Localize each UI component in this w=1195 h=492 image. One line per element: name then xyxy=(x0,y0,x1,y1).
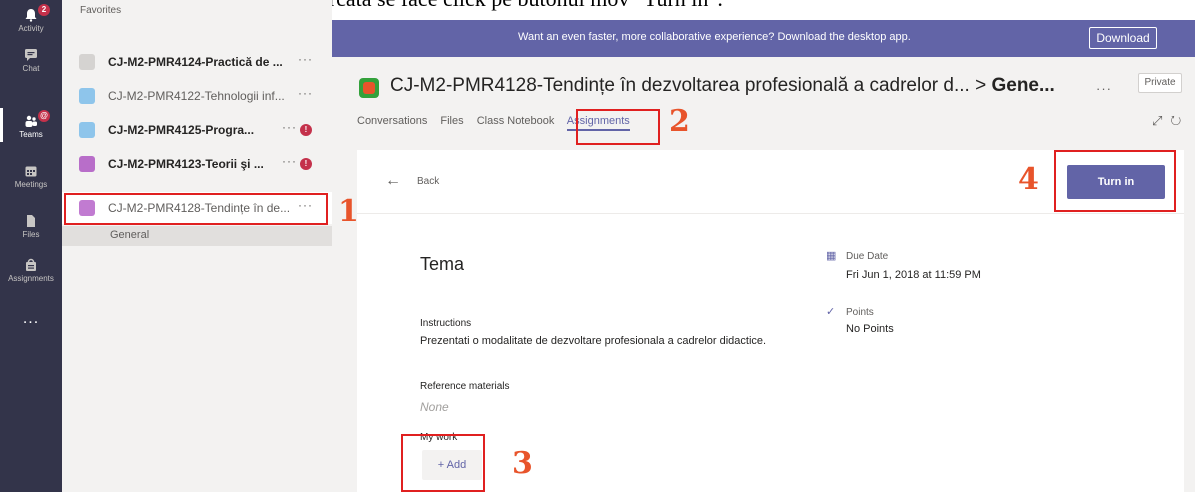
chat-icon xyxy=(24,48,38,62)
team-name: CJ-M2-PMR4124-Practică de ... xyxy=(108,55,283,69)
points-label: Points xyxy=(846,307,874,318)
annotation-number-3: 3 xyxy=(512,446,533,481)
team-name: CJ-M2-PMR4122-Tehnologii inf... xyxy=(108,89,285,103)
team-item-pmr4123[interactable]: CJ-M2-PMR4123-Teorii şi ... ··· ! xyxy=(62,148,332,180)
points-value: No Points xyxy=(846,323,894,335)
header-icons: ⤢↻ xyxy=(1152,113,1189,129)
teams-panel: Favorites CJ-M2-PMR4124-Practică de ... … xyxy=(62,0,332,492)
checkmark-icon: ✓ xyxy=(826,306,836,318)
assignment-title: Tema xyxy=(420,254,465,274)
team-name: CJ-M2-PMR4125-Progra... xyxy=(108,123,255,137)
team-avatar-icon xyxy=(359,78,379,98)
calendar-icon xyxy=(24,164,38,178)
back-arrow-icon[interactable]: ← xyxy=(385,172,401,190)
team-name: CJ-M2-PMR4123-Teorii şi ... xyxy=(108,157,264,171)
instructions-label: Instructions xyxy=(420,318,472,329)
team-item-pmr4124[interactable]: CJ-M2-PMR4124-Practică de ... ··· xyxy=(62,46,332,78)
annotation-number-4: 4 xyxy=(1018,162,1039,197)
annotation-number-2: 2 xyxy=(669,104,690,139)
team-more-icon[interactable]: ··· xyxy=(298,86,313,100)
favorites-label: Favorites xyxy=(80,5,122,16)
annotation-box-2 xyxy=(576,109,660,145)
channel-item-general[interactable]: General xyxy=(62,226,332,246)
rail-activity[interactable]: Activity 2 xyxy=(0,4,62,33)
team-tile-icon xyxy=(79,156,95,172)
team-item-pmr4125[interactable]: CJ-M2-PMR4125-Progra... ··· ! xyxy=(62,114,332,146)
rail-assignments[interactable]: Assignments xyxy=(0,258,62,283)
header-team-name: CJ-M2-PMR4128-Tendințe în dezvoltarea pr… xyxy=(390,75,970,96)
alert-icon: ! xyxy=(300,158,312,170)
tab-conversations[interactable]: Conversations xyxy=(357,115,427,127)
more-apps-icon[interactable]: ... xyxy=(0,310,62,328)
annotation-box-4 xyxy=(1054,150,1176,212)
private-badge: Private xyxy=(1138,73,1182,93)
alert-icon: ! xyxy=(300,124,312,136)
instructions-text: Prezentati o modalitate de dezvoltare pr… xyxy=(420,335,767,347)
due-date-label: Due Date xyxy=(846,251,889,262)
annotation-box-1 xyxy=(64,193,328,225)
teams-mention-badge: @ xyxy=(38,110,50,122)
header-channel-name: Gene... xyxy=(991,75,1055,96)
assignments-icon xyxy=(24,258,38,272)
calendar-icon: ▦ xyxy=(826,250,837,262)
file-icon xyxy=(24,214,38,228)
team-more-icon[interactable]: ··· xyxy=(282,154,297,168)
expand-icon[interactable]: ⤢ xyxy=(1152,113,1170,128)
refresh-icon[interactable]: ↻ xyxy=(1170,113,1189,128)
team-tile-icon xyxy=(79,122,95,138)
teams-icon xyxy=(24,114,38,128)
breadcrumb-separator: > xyxy=(975,75,987,96)
annotation-number-1: 1 xyxy=(338,194,359,229)
team-tile-icon xyxy=(79,54,95,70)
main-content: CJ-M2-PMR4128-Tendințe în dezvoltarea pr… xyxy=(332,57,1195,492)
rail-teams[interactable]: Teams @ xyxy=(0,108,62,142)
team-more-icon[interactable]: ··· xyxy=(282,120,297,134)
reference-materials-value: None xyxy=(420,400,449,414)
annotation-box-3 xyxy=(401,434,485,492)
app-rail: Activity 2 Chat Teams @ Meetings Files A… xyxy=(0,0,62,492)
rail-files[interactable]: Files xyxy=(0,214,62,239)
activity-badge: 2 xyxy=(38,4,50,16)
desktop-app-banner: Want an even faster, more collaborative … xyxy=(332,20,1195,57)
team-item-pmr4122[interactable]: CJ-M2-PMR4122-Tehnologii inf... ··· xyxy=(62,80,332,112)
back-link[interactable]: Back xyxy=(417,176,439,187)
download-button[interactable]: Download xyxy=(1089,27,1157,49)
channel-header-title: CJ-M2-PMR4128-Tendințe în dezvoltarea pr… xyxy=(390,75,1055,97)
bell-icon xyxy=(24,8,38,22)
channel-name: General xyxy=(110,229,150,241)
banner-message: Want an even faster, more collaborative … xyxy=(518,31,911,43)
team-tile-icon xyxy=(79,88,95,104)
due-date-value: Fri Jun 1, 2018 at 11:59 PM xyxy=(846,269,981,281)
tab-class-notebook[interactable]: Class Notebook xyxy=(477,115,555,127)
rail-chat[interactable]: Chat xyxy=(0,48,62,73)
rail-meetings[interactable]: Meetings xyxy=(0,164,62,189)
reference-materials-label: Reference materials xyxy=(420,381,510,392)
tab-files[interactable]: Files xyxy=(440,115,463,127)
header-more-icon[interactable]: ··· xyxy=(1096,81,1112,96)
team-more-icon[interactable]: ··· xyxy=(298,52,313,66)
